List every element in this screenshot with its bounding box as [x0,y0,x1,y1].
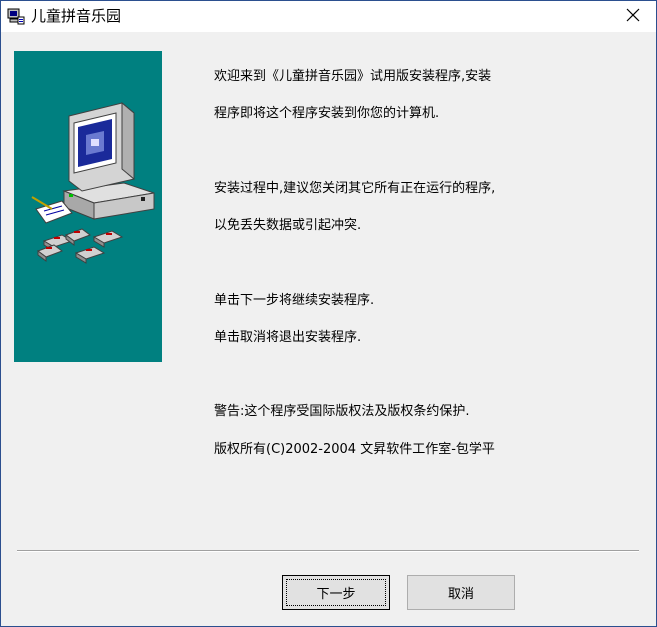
installer-window: 儿童拼音乐园 欢迎来到《儿童拼音乐园》试用版安装程序,安装 程序即将这个程序安装… [0,0,657,627]
button-divider [17,550,639,552]
title-bar[interactable]: 儿童拼音乐园 [1,1,656,32]
focus-rectangle [286,579,386,606]
side-illustration-panel [14,51,162,362]
copyright-notice: 版权所有(C)2002-2004 文昇软件工作室-包学平 [214,442,495,457]
close-icon [626,7,640,26]
cancel-button[interactable]: 取消 [407,575,515,610]
next-instruction: 单击下一步将继续安装程序. [214,293,375,308]
computer-with-floppy-disks-illustration [31,101,155,264]
window-title: 儿童拼音乐园 [31,7,122,25]
installer-computer-icon [7,8,25,26]
close-button[interactable] [610,1,656,32]
welcome-line-1: 欢迎来到《儿童拼音乐园》试用版安装程序,安装 [214,69,492,84]
cancel-button-label: 取消 [447,587,474,602]
copyright-warning: 警告:这个程序受国际版权法及版权条约保护. [214,404,470,419]
advice-line-2: 以免丢失数据或引起冲突. [214,218,362,233]
welcome-line-2: 程序即将这个程序安装到你您的计算机. [214,106,440,121]
next-button[interactable]: 下一步 [282,575,390,610]
cancel-instruction: 单击取消将退出安装程序. [214,330,362,345]
advice-line-1: 安装过程中,建议您关闭其它所有正在运行的程序, [214,181,496,196]
